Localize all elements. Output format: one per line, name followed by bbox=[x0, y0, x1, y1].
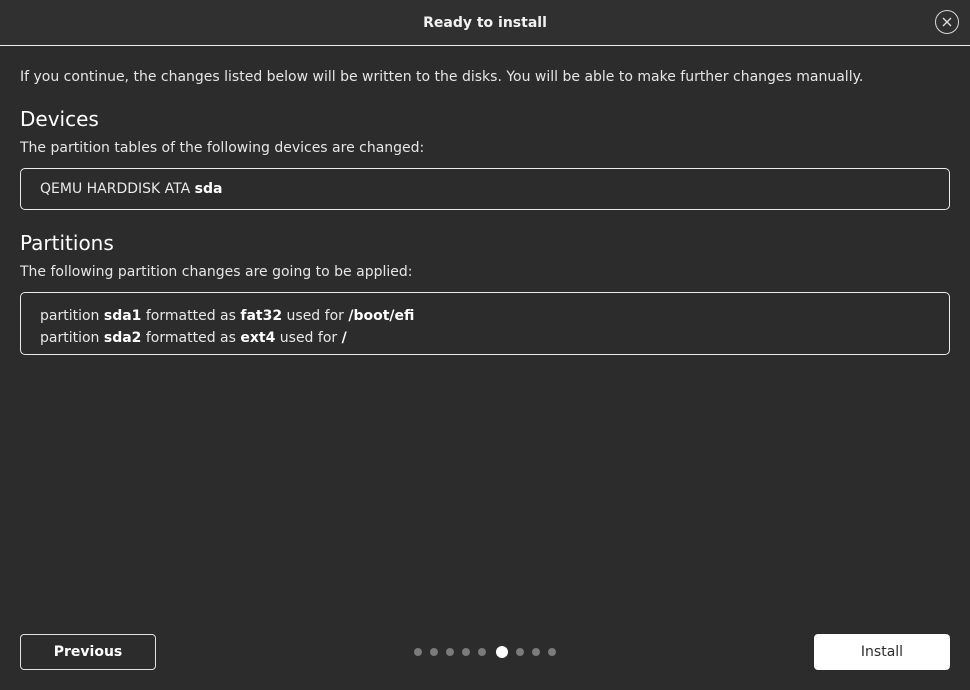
partition-row: partition sda2 formatted as ext4 used fo… bbox=[40, 327, 930, 349]
device-item: QEMU HARDDISK ATA sda bbox=[40, 181, 222, 197]
title-bar: Ready to install bbox=[0, 0, 970, 46]
step-indicator bbox=[414, 646, 564, 658]
installer-window: Ready to install If you continue, the ch… bbox=[0, 0, 970, 690]
partition-format-label: formatted as bbox=[145, 330, 236, 346]
partition-mountpoint: / bbox=[341, 330, 347, 346]
partition-row: partition sda1 formatted as fat32 used f… bbox=[40, 305, 930, 327]
step-dot[interactable] bbox=[462, 648, 470, 656]
partitions-heading: Partitions bbox=[20, 231, 114, 255]
partition-mountpoint: /boot/efi bbox=[348, 308, 415, 324]
step-dot[interactable] bbox=[532, 648, 540, 656]
step-dot[interactable] bbox=[516, 648, 524, 656]
intro-text: If you continue, the changes listed belo… bbox=[20, 69, 864, 85]
partition-filesystem: fat32 bbox=[240, 308, 283, 324]
install-button[interactable]: Install bbox=[814, 634, 950, 670]
step-dot[interactable] bbox=[430, 648, 438, 656]
partitions-description: The following partition changes are goin… bbox=[20, 264, 413, 280]
window-title: Ready to install bbox=[423, 15, 547, 31]
main-content: If you continue, the changes listed belo… bbox=[20, 47, 950, 355]
previous-button[interactable]: Previous bbox=[20, 634, 156, 670]
step-dot[interactable] bbox=[414, 648, 422, 656]
partition-prefix: partition bbox=[40, 308, 100, 324]
close-icon bbox=[942, 17, 952, 27]
devices-list: QEMU HARDDISK ATA sda bbox=[20, 168, 950, 210]
partition-usage-label: used for bbox=[279, 330, 338, 346]
step-dot[interactable] bbox=[548, 648, 556, 656]
partition-format-label: formatted as bbox=[145, 308, 236, 324]
device-name: QEMU HARDDISK ATA bbox=[40, 181, 191, 197]
partition-id: sda1 bbox=[103, 308, 142, 324]
step-dot-active[interactable] bbox=[496, 646, 508, 658]
step-dot[interactable] bbox=[478, 648, 486, 656]
step-dot[interactable] bbox=[446, 648, 454, 656]
device-id: sda bbox=[194, 181, 223, 197]
partition-prefix: partition bbox=[40, 330, 100, 346]
partition-filesystem: ext4 bbox=[240, 330, 276, 346]
devices-heading: Devices bbox=[20, 107, 99, 131]
partition-id: sda2 bbox=[103, 330, 142, 346]
devices-description: The partition tables of the following de… bbox=[20, 140, 425, 156]
partitions-list: partition sda1 formatted as fat32 used f… bbox=[20, 292, 950, 355]
close-button[interactable] bbox=[935, 10, 959, 34]
partition-usage-label: used for bbox=[286, 308, 344, 324]
